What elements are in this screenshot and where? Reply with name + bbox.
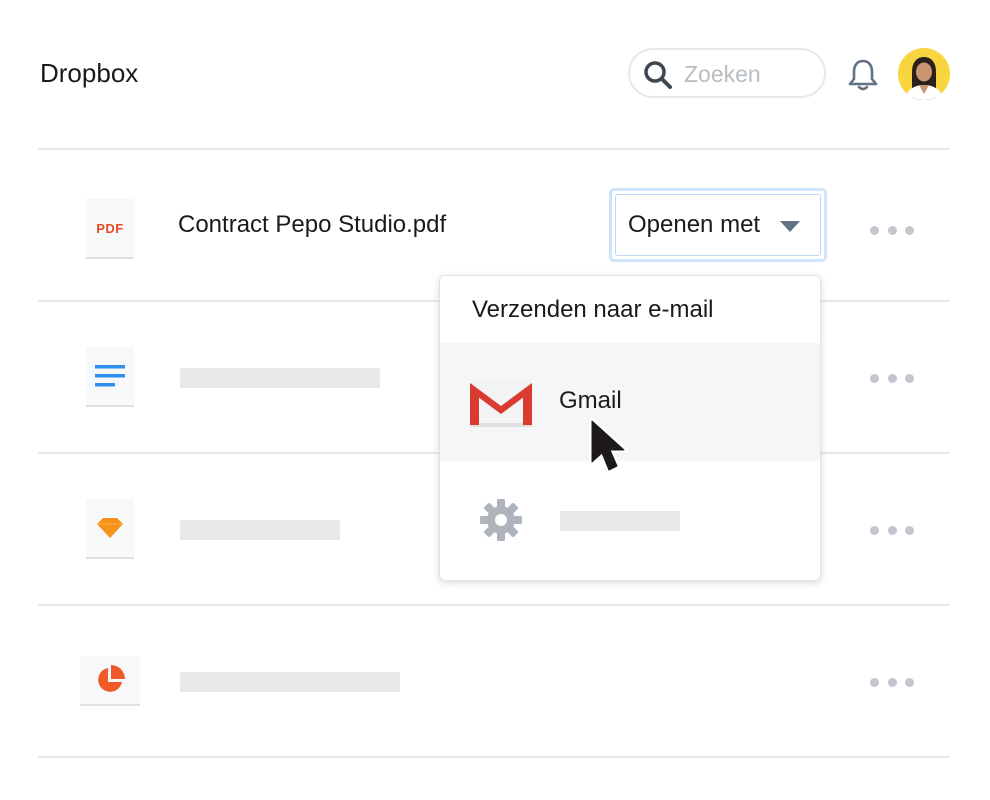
menu-item-settings[interactable]	[440, 461, 820, 581]
avatar[interactable]	[898, 48, 950, 100]
dot-icon	[887, 225, 897, 235]
dot-icon	[905, 373, 914, 383]
more-options-button[interactable]	[870, 370, 914, 386]
user-avatar-icon	[904, 57, 944, 100]
gear-icon	[480, 499, 522, 541]
chart-file-icon	[80, 656, 140, 706]
gmail-label: Gmail	[559, 387, 622, 414]
file-name-placeholder	[180, 520, 340, 540]
dot-icon	[870, 525, 879, 535]
pdf-file-icon: PDF	[86, 199, 134, 259]
dot-icon	[870, 225, 879, 235]
dot-icon	[905, 677, 914, 687]
dot-icon	[887, 373, 897, 383]
open-with-button[interactable]: Openen met	[609, 188, 827, 262]
sketch-file-icon	[86, 499, 134, 559]
open-with-label: Openen met	[628, 211, 761, 238]
dot-icon	[887, 525, 897, 535]
file-name[interactable]: Contract Pepo Studio.pdf	[178, 211, 446, 239]
pdf-type-label: PDF	[96, 220, 124, 236]
menu-header: Verzenden naar e-mail	[472, 296, 714, 323]
more-options-button[interactable]	[870, 222, 914, 238]
chevron-down-icon	[780, 221, 800, 232]
search-input[interactable]	[682, 58, 816, 90]
dot-icon	[905, 225, 914, 235]
row-divider	[38, 756, 950, 758]
gmail-icon	[470, 381, 532, 427]
more-options-button[interactable]	[870, 522, 914, 538]
document-file-icon	[86, 347, 134, 407]
menu-item-placeholder	[560, 511, 680, 531]
more-options-button[interactable]	[870, 674, 914, 690]
document-lines-icon	[95, 365, 125, 387]
bell-icon[interactable]	[845, 57, 881, 93]
file-name-placeholder	[180, 672, 400, 692]
search-box[interactable]	[628, 48, 826, 98]
row-divider	[38, 148, 950, 150]
mouse-cursor-icon	[589, 418, 627, 473]
app-title: Dropbox	[40, 58, 139, 88]
file-name-placeholder	[180, 368, 380, 388]
row-divider	[38, 604, 950, 606]
dot-icon	[870, 677, 879, 687]
diamond-icon	[97, 518, 123, 538]
dot-icon	[870, 373, 879, 383]
dot-icon	[905, 525, 914, 535]
pie-chart-icon	[98, 665, 125, 692]
dot-icon	[887, 677, 897, 687]
search-icon	[644, 61, 672, 89]
